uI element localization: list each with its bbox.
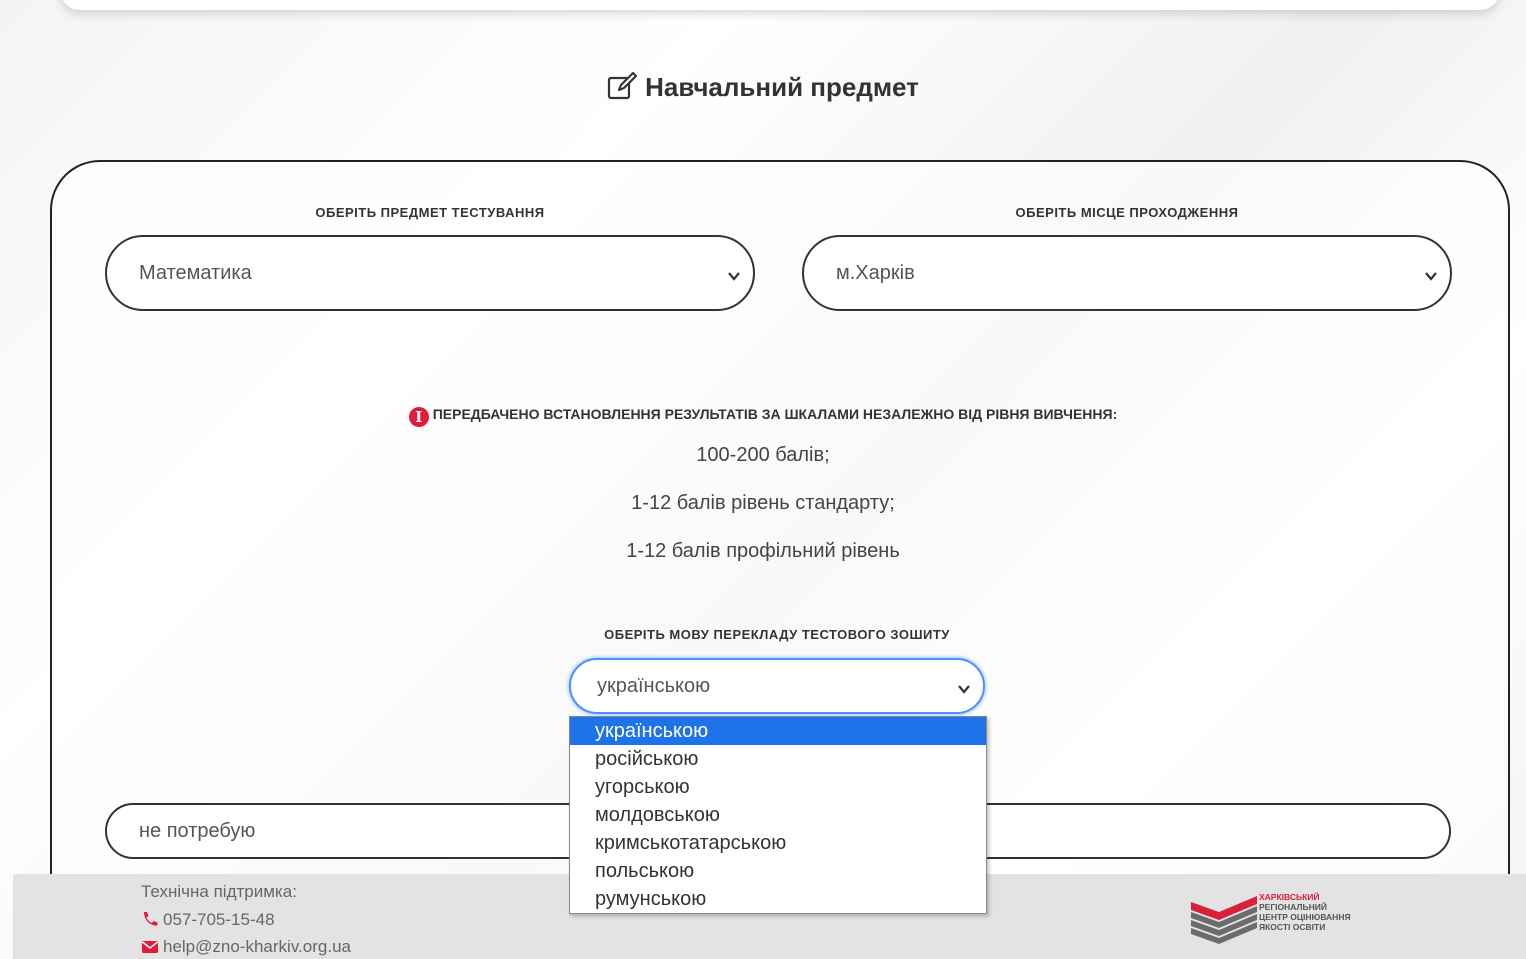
logo-text: ХАРКІВСЬКИЙ РЕГІОНАЛЬНИЙ ЦЕНТР ОЦІНЮВАНН… (1259, 892, 1409, 932)
support-phone-text: 057-705-15-48 (163, 910, 275, 929)
info-icon: i (408, 407, 429, 427)
location-select-value: м.Харків (836, 261, 915, 284)
envelope-icon (141, 939, 159, 959)
scale-info: i ПЕРЕДБАЧЕНО ВСТАНОВЛЕННЯ РЕЗУЛЬТАТІВ ЗА… (0, 406, 1526, 427)
logo-line: РЕГІОНАЛЬНИЙ (1259, 902, 1327, 912)
subject-label: ОБЕРІТЬ ПРЕДМЕТ ТЕСТУВАННЯ (315, 205, 545, 220)
scale-item: 1-12 балів профільний рівень (626, 540, 900, 562)
logo-mark-icon (1191, 896, 1257, 944)
language-select[interactable]: українською (569, 658, 985, 714)
support-email-text: help@zno-kharkiv.org.ua (163, 937, 351, 956)
scale-item: 100-200 балів; (696, 444, 830, 466)
language-option[interactable]: румунською (570, 885, 986, 913)
logo-line: ЦЕНТР ОЦІНЮВАННЯ (1259, 912, 1351, 922)
subject-select[interactable]: Математика (105, 235, 755, 311)
language-dropdown[interactable]: українською російською угорською молдовс… (569, 716, 987, 914)
logo-line: ХАРКІВСЬКИЙ (1259, 892, 1320, 902)
chevron-down-icon (957, 679, 971, 702)
language-option[interactable]: молдовською (570, 801, 986, 829)
chevron-down-icon (727, 266, 741, 289)
chevron-down-icon (1424, 266, 1438, 289)
header-bar (60, 0, 1500, 10)
location-select[interactable]: м.Харків (802, 235, 1452, 311)
logo-line: ЯКОСТІ ОСВІТИ (1259, 922, 1326, 932)
language-select-value: українською (597, 674, 711, 697)
support-phone[interactable]: 057-705-15-48 (141, 910, 275, 932)
language-option[interactable]: кримськотатарською (570, 829, 986, 857)
language-label: ОБЕРІТЬ МОВУ ПЕРЕКЛАДУ ТЕСТОВОГО ЗОШИТУ (604, 627, 950, 642)
scale-item: 1-12 балів рівень стандарту; (631, 492, 895, 514)
section-title: Навчальний предмет (0, 71, 1526, 107)
support-label: Технічна підтримка: (141, 882, 297, 901)
language-option[interactable]: українською (570, 717, 986, 745)
phone-icon (141, 911, 159, 932)
language-option[interactable]: угорською (570, 773, 986, 801)
language-option[interactable]: польською (570, 857, 986, 885)
section-title-text: Навчальний предмет (645, 72, 919, 102)
scale-info-text: ПЕРЕДБАЧЕНО ВСТАНОВЛЕННЯ РЕЗУЛЬТАТІВ ЗА … (432, 406, 1118, 422)
location-label: ОБЕРІТЬ МІСЦЕ ПРОХОДЖЕННЯ (1015, 205, 1239, 220)
language-option[interactable]: російською (570, 745, 986, 773)
organization-logo: ХАРКІВСЬКИЙ РЕГІОНАЛЬНИЙ ЦЕНТР ОЦІНЮВАНН… (1189, 890, 1399, 950)
edit-icon (607, 71, 638, 107)
support-email[interactable]: help@zno-kharkiv.org.ua (141, 937, 351, 959)
subject-select-value: Математика (139, 261, 252, 284)
accommodation-value: не потребую (139, 819, 256, 842)
